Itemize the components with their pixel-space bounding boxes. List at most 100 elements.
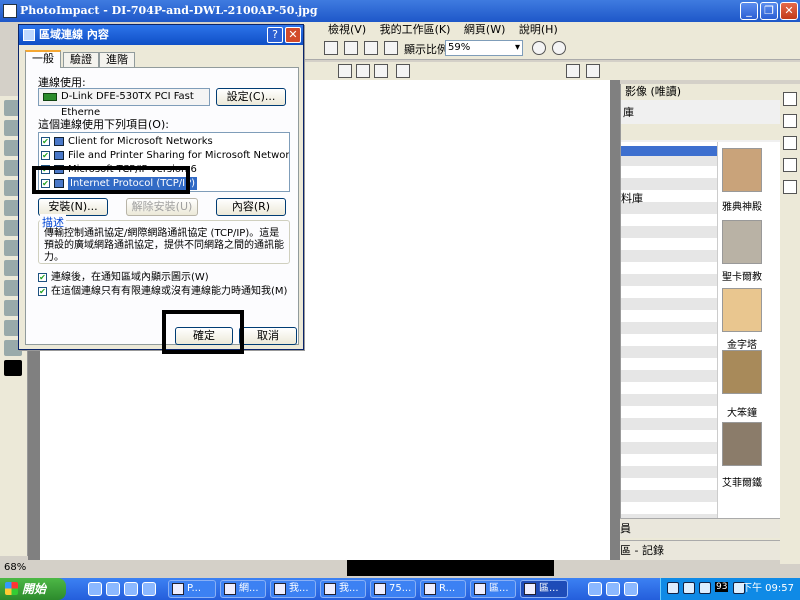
network-icon: [23, 29, 35, 41]
taskbar-item[interactable]: 我...: [320, 580, 366, 598]
app-title-bar: PhotoImpact - DI-704P-and-DWL-2100AP-50.…: [0, 0, 800, 22]
task-label: 我...: [339, 583, 359, 594]
panel-header: 影像 (唯讀): [621, 84, 781, 100]
minimize-button[interactable]: _: [740, 2, 758, 20]
checkbox-icon[interactable]: [586, 64, 600, 78]
taskbar-item[interactable]: 75...: [370, 580, 416, 598]
uninstall-button[interactable]: 解除安裝(U): [126, 198, 198, 216]
panel-toggle-icon[interactable]: [783, 92, 797, 106]
cancel-button[interactable]: 取消: [239, 327, 297, 345]
task-label: R...: [439, 583, 456, 594]
start-label: 開始: [22, 582, 47, 596]
layer-panel-title[interactable]: 員: [620, 518, 780, 538]
general-tab-panel: 連線使用: D-Link DFE-530TX PCI Fast Etherne …: [25, 67, 299, 345]
app-icon: [172, 583, 184, 595]
network-card-icon: [43, 93, 57, 101]
network-icon: [474, 583, 486, 595]
taskbar-item[interactable]: 我...: [270, 580, 316, 598]
checkbox[interactable]: ✔: [41, 137, 50, 146]
tray-icon[interactable]: [667, 582, 679, 594]
help-icon[interactable]: [552, 41, 566, 55]
checkbox-label: 連線後，在通知區域內顯示圖示(W): [51, 272, 209, 283]
tool-icon[interactable]: [344, 41, 358, 55]
taskbar-item[interactable]: R...: [420, 580, 466, 598]
zoom-select[interactable]: 59%: [445, 40, 523, 56]
restore-button[interactable]: ❐: [760, 2, 778, 20]
zoom-label: 顯示比例: [404, 43, 448, 56]
notify-checkbox[interactable]: ✔ 在這個連線只有有限連線或沒有連線能力時通知我(M): [38, 286, 287, 298]
quicklaunch-icon[interactable]: [106, 582, 120, 596]
close-dialog-button[interactable]: ✕: [285, 27, 301, 43]
library-list[interactable]: 料庫: [621, 142, 717, 518]
panel-toggle-icon[interactable]: [783, 136, 797, 150]
canvas-black-area: [347, 560, 554, 576]
history-panel-title[interactable]: 區 - 記錄: [620, 540, 780, 560]
app-icon: [224, 583, 236, 595]
thumb-label: 艾菲爾鐵: [722, 478, 762, 489]
tray-icon[interactable]: [699, 582, 711, 594]
panel-toggle-icon[interactable]: [783, 180, 797, 194]
help-button[interactable]: ?: [267, 27, 283, 43]
configure-button[interactable]: 設定(C)...: [216, 88, 286, 106]
ime-icon[interactable]: [588, 582, 602, 596]
printer-sharing-icon: [54, 151, 64, 160]
checkbox[interactable]: ✔: [38, 273, 47, 282]
tray-icon[interactable]: [683, 582, 695, 594]
select-icon[interactable]: [374, 64, 388, 78]
ie-quicklaunch-icon[interactable]: [88, 582, 102, 596]
thumbnail-karlskirche[interactable]: [722, 220, 762, 264]
thumbnail-pyramid[interactable]: [722, 288, 762, 332]
tool-icon[interactable]: [364, 41, 378, 55]
dialog-title: 區域連線 內容: [39, 28, 109, 41]
panel-toggle-icon[interactable]: [783, 158, 797, 172]
main-toolbar: [300, 38, 800, 60]
menu-web[interactable]: 網頁(W): [464, 23, 505, 36]
thumbnail-parthenon[interactable]: [722, 148, 762, 192]
printer-icon[interactable]: [566, 64, 580, 78]
thumbnail-eiffel-tower[interactable]: [722, 422, 762, 466]
tab-authentication[interactable]: 驗證: [63, 52, 99, 67]
menu-view[interactable]: 檢視(V): [328, 23, 366, 36]
keyboard-icon[interactable]: [606, 582, 620, 596]
tool-icon[interactable]: [384, 41, 398, 55]
menu-workspace[interactable]: 我的工作區(K): [380, 23, 451, 36]
start-button[interactable]: 開始: [0, 578, 66, 600]
globe-icon[interactable]: [532, 41, 546, 55]
tab-advanced[interactable]: 進階: [99, 52, 135, 67]
quicklaunch-icon[interactable]: [124, 582, 138, 596]
library-tab[interactable]: 庫: [621, 106, 781, 120]
foreground-color-swatch[interactable]: [4, 360, 22, 376]
quicklaunch-icon[interactable]: [142, 582, 156, 596]
thumbnail-big-ben[interactable]: [722, 350, 762, 394]
folder-icon: [374, 583, 386, 595]
taskbar-item[interactable]: 區...: [470, 580, 516, 598]
checkbox[interactable]: ✔: [41, 151, 50, 160]
library-label: 料庫: [621, 192, 643, 205]
taskbar-item[interactable]: 網...: [220, 580, 266, 598]
thumb-label: 聖卡爾教: [722, 272, 762, 283]
close-app-button[interactable]: ✕: [780, 2, 798, 20]
list-selection: [621, 146, 717, 156]
taskbar-item[interactable]: P...: [168, 580, 216, 598]
select-icon[interactable]: [356, 64, 370, 78]
crop-icon[interactable]: [396, 64, 410, 78]
menu-help[interactable]: 說明(H): [519, 23, 558, 36]
show-icon-checkbox[interactable]: ✔ 連線後，在通知區域內顯示圖示(W): [38, 272, 209, 284]
panel-toggle-icon[interactable]: [783, 114, 797, 128]
tab-general[interactable]: 一般: [25, 50, 61, 68]
tool-icon[interactable]: [324, 41, 338, 55]
list-item-label: File and Printer Sharing for Microsoft N…: [68, 150, 290, 161]
clock: 下午 09:57: [742, 583, 794, 594]
status-zoom: 68%: [4, 562, 27, 573]
photoimpact-icon: [3, 4, 17, 18]
description-text: 傳輸控制通訊協定/網際網路通訊協定 (TCP/IP)。這是預設的廣域網路通訊協定…: [44, 228, 284, 263]
checkbox[interactable]: ✔: [38, 287, 47, 296]
system-tray: 93 下午 09:57: [660, 578, 800, 600]
taskbar-item-active[interactable]: 區...: [520, 580, 568, 598]
highlight-tcpip-box: [32, 166, 190, 194]
help-icon[interactable]: [624, 582, 638, 596]
select-icon[interactable]: [338, 64, 352, 78]
thumb-label: 雅典神殿: [722, 202, 762, 213]
task-label: P...: [187, 583, 202, 594]
properties-button[interactable]: 內容(R): [216, 198, 286, 216]
